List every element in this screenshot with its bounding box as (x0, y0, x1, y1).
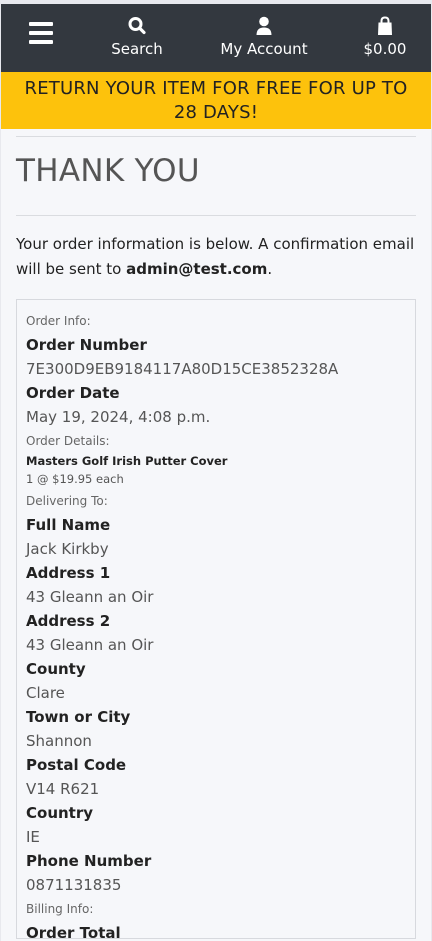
page: Search My Account $0.00 RETURN YOUR ITEM… (1, 4, 431, 941)
county-label: County (26, 660, 86, 678)
my-account-nav-link[interactable]: My Account (215, 15, 313, 58)
full-name-label: Full Name (26, 516, 111, 534)
shopping-bag-icon (357, 15, 413, 37)
order-date-label: Order Date (26, 384, 120, 402)
address1: 43 Gleann an Oir (26, 588, 154, 606)
banner-line-1: RETURN YOUR ITEM FOR FREE FOR UP TO (24, 78, 408, 99)
bag-total: $0.00 (363, 40, 407, 58)
banner-line-2: 28 DAYS! (173, 102, 259, 123)
address2: 43 Gleann an Oir (26, 636, 154, 654)
divider (16, 136, 416, 137)
order-number-label: Order Number (26, 336, 147, 354)
county: Clare (26, 684, 65, 702)
hamburger-icon[interactable] (29, 22, 53, 44)
top-navbar: Search My Account $0.00 (1, 4, 431, 72)
free-returns-banner: RETURN YOUR ITEM FOR FREE FOR UP TO 28 D… (1, 72, 431, 129)
order-summary-card: Order Info: Order Number 7E300D9EB918411… (16, 299, 416, 939)
search-label: Search (111, 40, 163, 58)
full-name: Jack Kirkby (26, 540, 109, 558)
order-details-heading: Order Details: (26, 434, 110, 448)
country-label: Country (26, 804, 94, 822)
item-name: Masters Golf Irish Putter Cover (26, 454, 228, 468)
address1-label: Address 1 (26, 564, 111, 582)
item-quantity-price: 1 @ $19.95 each (26, 472, 124, 486)
shopping-bag-nav-link[interactable]: $0.00 (357, 15, 413, 58)
order-number: 7E300D9EB9184117A80D15CE3852328A (26, 360, 339, 378)
confirmation-email: admin@test.com (126, 260, 268, 278)
order-info-heading: Order Info: (26, 314, 91, 328)
my-account-label: My Account (220, 40, 308, 58)
user-icon (215, 15, 313, 37)
search-icon (109, 15, 165, 37)
address2-label: Address 2 (26, 612, 111, 630)
phone-number-label: Phone Number (26, 852, 152, 870)
town: Shannon (26, 732, 92, 750)
country: IE (26, 828, 40, 846)
postal-code: V14 R621 (26, 780, 100, 798)
delivering-to-heading: Delivering To: (26, 494, 108, 508)
divider (16, 215, 416, 216)
order-total-label: Order Total (26, 924, 121, 939)
page-title: THANK YOU (16, 153, 200, 189)
intro-end: . (267, 260, 273, 278)
order-date: May 19, 2024, 4:08 p.m. (26, 408, 211, 426)
search-nav-link[interactable]: Search (109, 15, 165, 58)
town-label: Town or City (26, 708, 131, 726)
postal-code-label: Postal Code (26, 756, 127, 774)
phone-number: 0871131835 (26, 876, 122, 894)
billing-info-heading: Billing Info: (26, 902, 94, 916)
intro-text: Your order information is below. A confi… (16, 232, 416, 282)
main-content: THANK YOU Your order information is belo… (1, 136, 431, 939)
